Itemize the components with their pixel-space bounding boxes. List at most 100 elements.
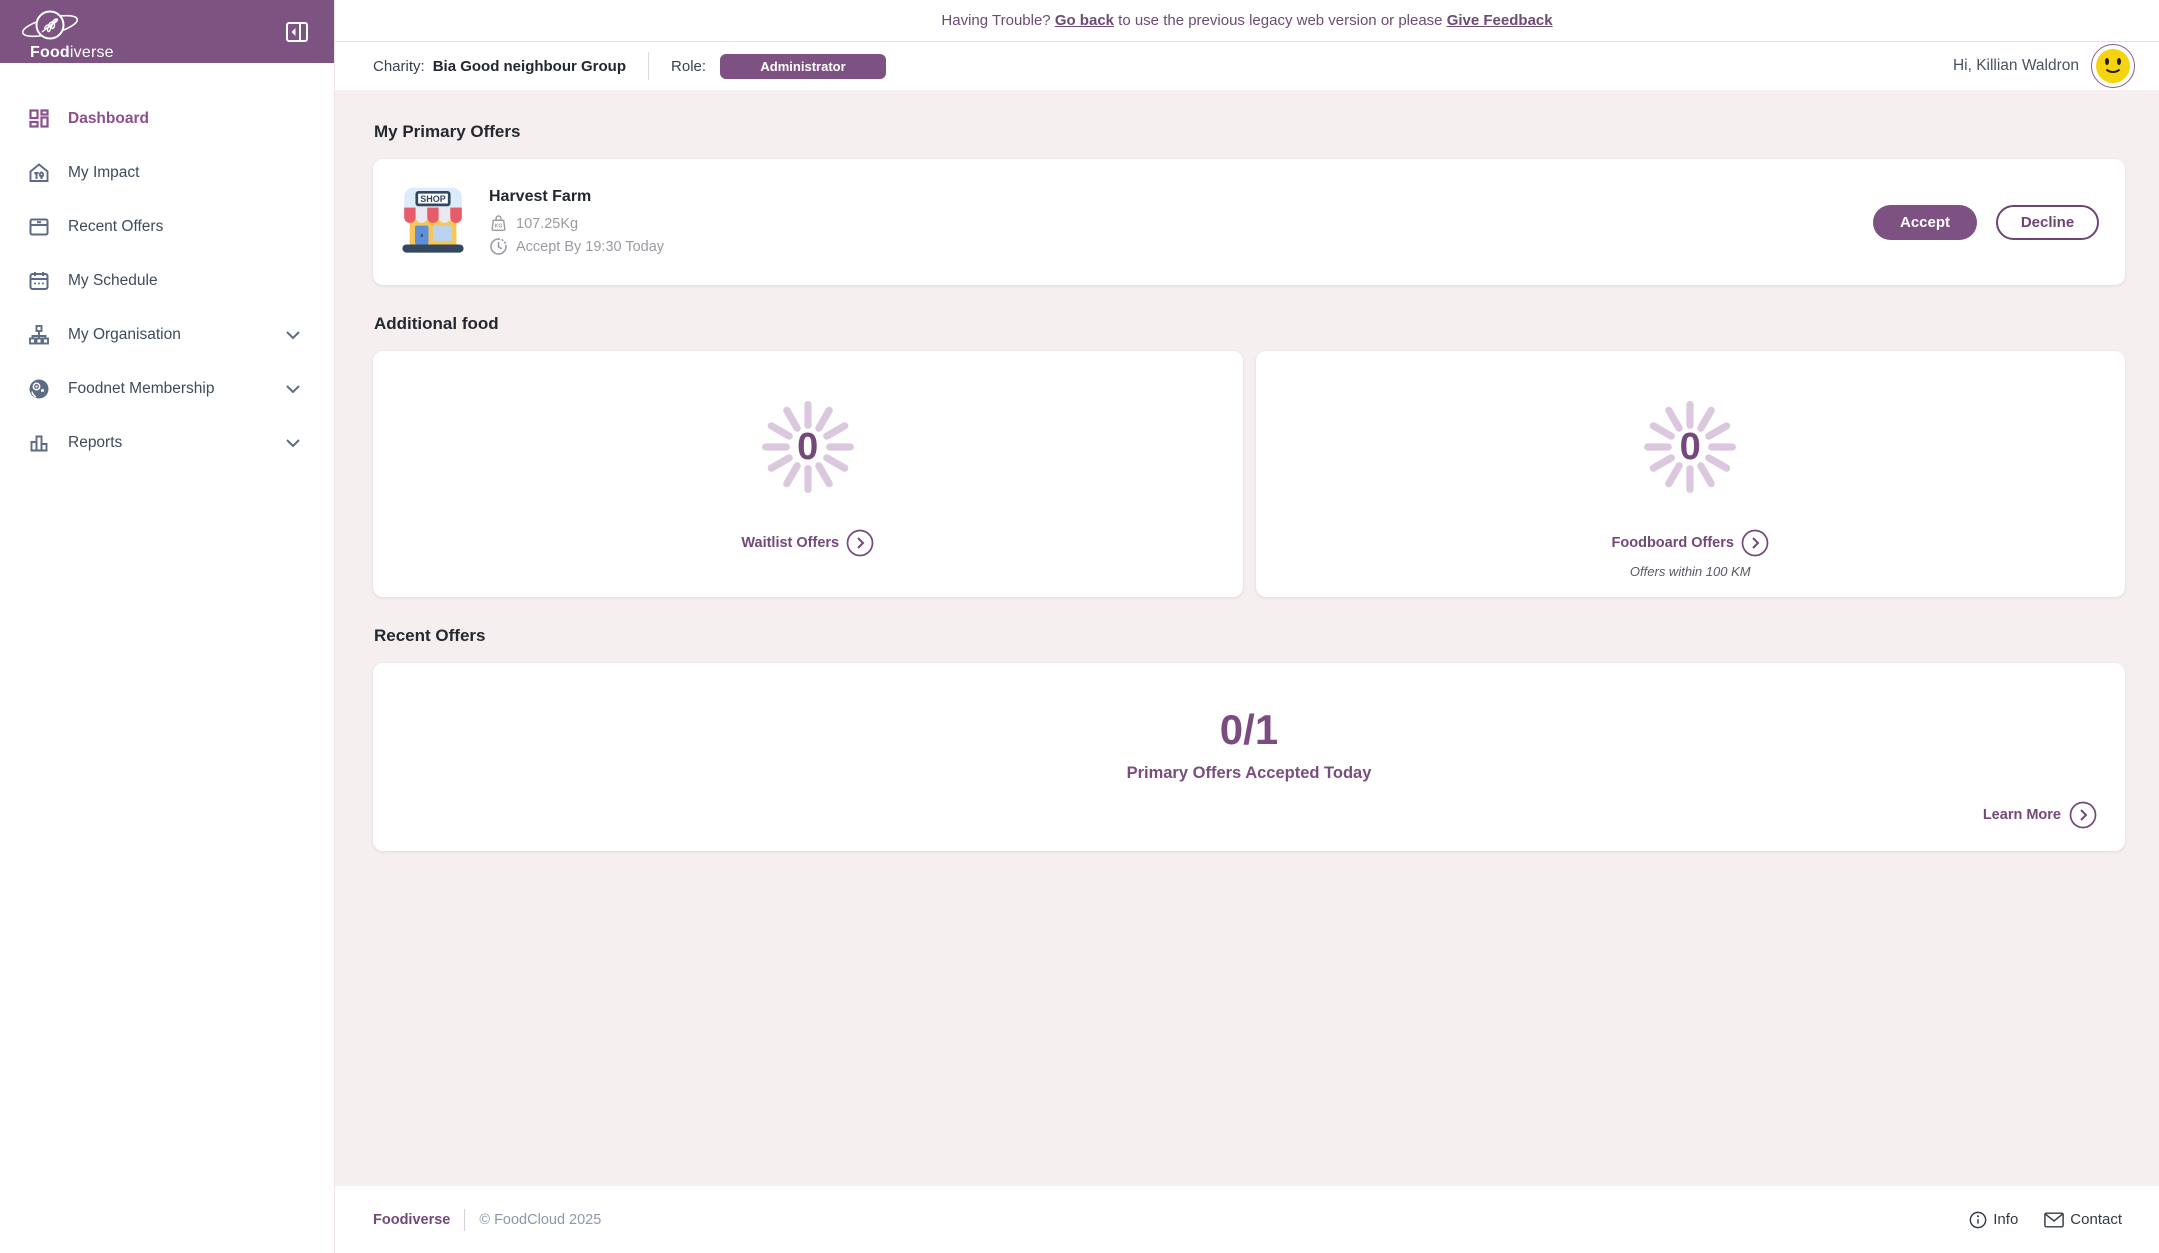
go-back-link[interactable]: Go back: [1055, 12, 1114, 29]
community-globe-icon: [27, 377, 51, 401]
recent-offers-card: 0/1 Primary Offers Accepted Today Learn …: [373, 663, 2125, 851]
learn-more-link[interactable]: Learn More: [1983, 801, 2097, 829]
accept-button[interactable]: Accept: [1873, 205, 1977, 240]
offer-deadline-row: Accept By 19:30 Today: [489, 237, 664, 256]
chevron-down-icon: [286, 439, 300, 448]
waitlist-offers-card: 0 Waitlist Offers: [373, 351, 1243, 597]
foodboard-offers-count: 0: [1628, 385, 1752, 509]
chevron-right-circle-icon: [1741, 529, 1769, 557]
org-chart-icon: [27, 323, 51, 347]
dashboard-grid-icon: [27, 107, 51, 131]
smiley-face-icon: [2096, 49, 2130, 83]
foodboard-count-sunburst: 0: [1628, 385, 1752, 509]
charity-info: Charity: Bia Good neighbour Group Role: …: [373, 52, 886, 80]
offer-actions: Accept Decline: [1873, 205, 2099, 240]
sidebar-item-label: Dashboard: [68, 110, 149, 128]
chevron-down-icon: [286, 331, 300, 340]
svg-text:SHOP: SHOP: [420, 194, 446, 204]
decline-button[interactable]: Decline: [1996, 205, 2099, 240]
contact-label: Contact: [2070, 1211, 2122, 1228]
sidebar-header: Foodiverse: [0, 0, 334, 63]
primary-offers-heading: My Primary Offers: [374, 122, 2125, 142]
give-feedback-link[interactable]: Give Feedback: [1447, 12, 1553, 29]
role-label: Role:: [671, 58, 706, 75]
sidebar-item-foodnet-membership[interactable]: Foodnet Membership: [0, 362, 334, 416]
foodiverse-planet-logo-icon: [20, 6, 82, 48]
waitlist-offers-label: Waitlist Offers: [741, 535, 839, 551]
offer-deadline: Accept By 19:30 Today: [516, 239, 664, 255]
sidebar-item-recent-offers[interactable]: Recent Offers: [0, 200, 334, 254]
additional-food-heading: Additional food: [374, 314, 2125, 334]
legacy-version-banner: Having Trouble? Go back to use the previ…: [335, 0, 2159, 42]
envelope-icon: [2044, 1212, 2064, 1228]
sidebar-item-reports[interactable]: Reports: [0, 416, 334, 470]
recent-offers-heading: Recent Offers: [374, 626, 2125, 646]
waitlist-offers-link[interactable]: Waitlist Offers: [741, 529, 874, 557]
svg-text:KG: KG: [495, 223, 503, 229]
logo-text-bold: Food: [30, 44, 70, 61]
foodboard-offers-label: Foodboard Offers: [1612, 535, 1734, 551]
sidebar-item-label: My Schedule: [68, 272, 158, 290]
offer-name: Harvest Farm: [489, 188, 664, 206]
banner-text: to use the previous legacy web version o…: [1114, 12, 1447, 29]
sidebar-item-label: Reports: [68, 434, 122, 452]
user-info: Hi, Killian Waldron: [1953, 44, 2135, 88]
sidebar-item-my-schedule[interactable]: My Schedule: [0, 254, 334, 308]
primary-offer-card: SHOP Harvest Farm KG 107.25Kg: [373, 159, 2125, 285]
clock-icon: [489, 237, 508, 256]
footer-brand: Foodiverse: [373, 1212, 450, 1228]
collapse-sidebar-icon[interactable]: [286, 22, 308, 42]
footer-copyright: © FoodCloud 2025: [479, 1212, 601, 1228]
offers-accepted-stat: 0/1: [1220, 706, 1278, 754]
logo-text-rest: iverse: [70, 44, 114, 61]
page-header: Charity: Bia Good neighbour Group Role: …: [335, 42, 2159, 90]
waitlist-offers-count: 0: [746, 385, 870, 509]
sidebar-nav: Dashboard My Impact Recent Offers: [0, 63, 334, 470]
app-window: Foodiverse Dashboard: [0, 0, 2159, 1253]
weight-kg-icon: KG: [489, 214, 508, 233]
sidebar-item-my-organisation[interactable]: My Organisation: [0, 308, 334, 362]
charity-name: Bia Good neighbour Group: [433, 58, 626, 75]
offer-info: Harvest Farm KG 107.25Kg: [489, 188, 664, 256]
sidebar-item-my-impact[interactable]: My Impact: [0, 146, 334, 200]
sidebar-item-label: Recent Offers: [68, 218, 163, 236]
foodboard-offers-link[interactable]: Foodboard Offers: [1612, 529, 1769, 557]
footer-links: Info Contact: [1969, 1211, 2122, 1229]
sidebar: Foodiverse Dashboard: [0, 0, 335, 1253]
footer: Foodiverse © FoodCloud 2025 Info Contact: [335, 1186, 2159, 1253]
offer-weight-row: KG 107.25Kg: [489, 214, 664, 233]
offer-weight: 107.25Kg: [516, 216, 578, 232]
waitlist-count-sunburst: 0: [746, 385, 870, 509]
learn-more-label: Learn More: [1983, 807, 2061, 823]
banner-text: Having Trouble?: [941, 12, 1054, 29]
info-label: Info: [1993, 1211, 2018, 1228]
info-link[interactable]: Info: [1969, 1211, 2018, 1229]
additional-food-cards: 0 Waitlist Offers: [373, 351, 2125, 597]
contact-link[interactable]: Contact: [2044, 1211, 2122, 1228]
user-greeting: Hi, Killian Waldron: [1953, 57, 2079, 75]
avatar[interactable]: [2091, 44, 2135, 88]
foodboard-offers-card: 0 Foodboard Offers Offers within 100 KM: [1256, 351, 2126, 597]
sidebar-item-dashboard[interactable]: Dashboard: [0, 92, 334, 146]
charity-label: Charity:: [373, 58, 425, 75]
chevron-right-circle-icon: [2069, 801, 2097, 829]
archive-box-icon: [27, 215, 51, 239]
info-icon: [1969, 1211, 1987, 1229]
main-area: Having Trouble? Go back to use the previ…: [335, 0, 2159, 1253]
sidebar-item-label: My Organisation: [68, 326, 181, 344]
role-badge: Administrator: [720, 54, 886, 79]
sidebar-item-label: Foodnet Membership: [68, 380, 214, 398]
sidebar-item-label: My Impact: [68, 164, 139, 182]
bar-chart-icon: [27, 431, 51, 455]
header-divider: [648, 52, 649, 80]
chevron-down-icon: [286, 385, 300, 394]
chevron-right-circle-icon: [846, 529, 874, 557]
foodboard-radius-note: Offers within 100 KM: [1630, 564, 1751, 579]
offers-accepted-caption: Primary Offers Accepted Today: [1127, 764, 1372, 783]
foodiverse-logo-text: Foodiverse: [30, 44, 334, 62]
house-utensils-icon: [27, 161, 51, 185]
dashboard-content: My Primary Offers: [335, 90, 2159, 1186]
storefront-icon: SHOP: [397, 186, 469, 258]
footer-divider: [464, 1209, 465, 1231]
calendar-icon: [27, 269, 51, 293]
